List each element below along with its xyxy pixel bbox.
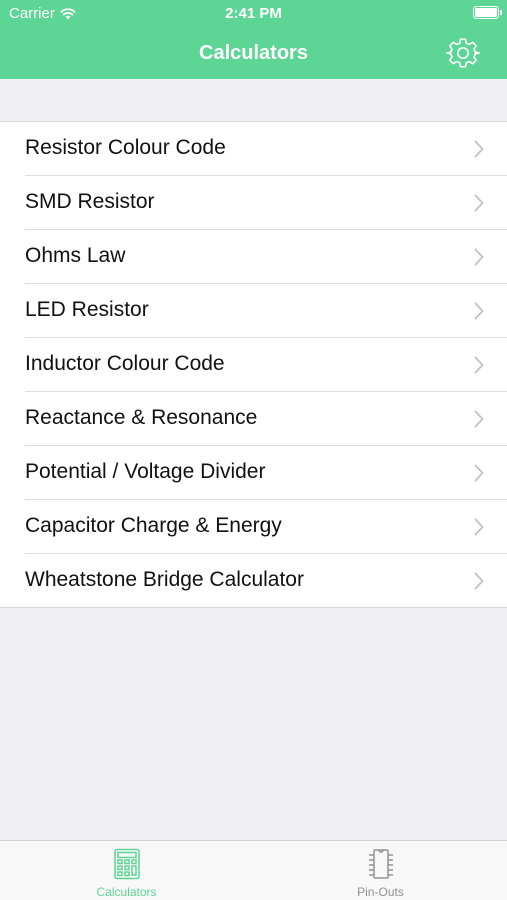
- list-item[interactable]: Ohms Law: [25, 230, 507, 284]
- list-item[interactable]: Capacitor Charge & Energy: [25, 500, 507, 554]
- chevron-right-icon: [474, 194, 484, 212]
- chevron-right-icon: [474, 572, 484, 590]
- list-item[interactable]: SMD Resistor: [25, 176, 507, 230]
- navigation-bar: Carrier 2:41 PM Calculators: [0, 0, 507, 79]
- list-item-label: Wheatstone Bridge Calculator: [25, 568, 304, 591]
- gear-icon: [446, 38, 480, 68]
- chevron-right-icon: [474, 356, 484, 374]
- list-item[interactable]: Potential / Voltage Divider: [25, 446, 507, 500]
- tab-pin-outs-label: Pin-Outs: [357, 885, 404, 899]
- list-item[interactable]: Inductor Colour Code: [25, 338, 507, 392]
- list-item[interactable]: Resistor Colour Code: [25, 122, 507, 176]
- chevron-right-icon: [474, 464, 484, 482]
- list-item-label: LED Resistor: [25, 298, 149, 321]
- list-item-label: Reactance & Resonance: [25, 406, 258, 429]
- chevron-right-icon: [474, 518, 484, 536]
- page-title: Calculators: [199, 42, 308, 64]
- list-item[interactable]: Wheatstone Bridge Calculator: [25, 554, 507, 607]
- chevron-right-icon: [474, 140, 484, 158]
- status-time: 2:41 PM: [225, 5, 282, 22]
- calculator-list: Resistor Colour Code SMD Resistor Ohms Law…: [0, 121, 507, 608]
- list-item[interactable]: Reactance & Resonance: [25, 392, 507, 446]
- list-item[interactable]: LED Resistor: [25, 284, 507, 338]
- chip-icon: [368, 849, 393, 879]
- list-item-label: Resistor Colour Code: [25, 136, 226, 159]
- list-item-label: Inductor Colour Code: [25, 352, 225, 375]
- chevron-right-icon: [474, 410, 484, 428]
- list-item-label: Ohms Law: [25, 244, 126, 267]
- status-bar: Carrier 2:41 PM: [0, 0, 507, 28]
- list-item-label: Potential / Voltage Divider: [25, 460, 266, 483]
- calculator-icon: [113, 848, 140, 880]
- tab-bar: Calculators Pin-Outs: [0, 840, 507, 900]
- tab-calculators-label: Calculators: [96, 885, 157, 899]
- chevron-right-icon: [474, 248, 484, 266]
- chevron-right-icon: [474, 302, 484, 320]
- tab-pin-outs[interactable]: Pin-Outs: [254, 841, 507, 900]
- list-item-label: Capacitor Charge & Energy: [25, 514, 282, 537]
- battery-icon: [473, 6, 502, 19]
- list-item-label: SMD Resistor: [25, 190, 155, 213]
- settings-button[interactable]: [446, 36, 480, 70]
- tab-calculators[interactable]: Calculators: [0, 841, 253, 900]
